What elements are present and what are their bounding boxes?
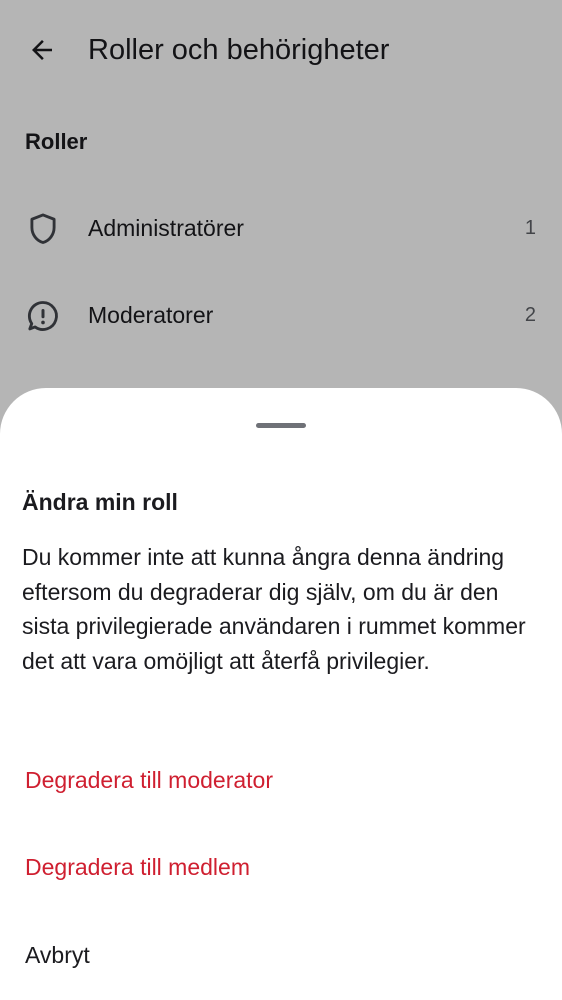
change-role-bottom-sheet: Ändra min roll Du kommer inte att kunna … (0, 388, 562, 1000)
sheet-message: Du kommer inte att kunna ångra denna änd… (22, 544, 526, 674)
demote-to-member-label: Degradera till medlem (25, 854, 250, 880)
demote-to-moderator-label: Degradera till moderator (25, 767, 274, 793)
cancel-button[interactable]: Avbryt (0, 924, 562, 988)
sheet-title: Ändra min roll (22, 489, 178, 515)
drag-handle[interactable] (256, 423, 306, 428)
demote-to-member-button[interactable]: Degradera till medlem (0, 836, 562, 900)
demote-to-moderator-button[interactable]: Degradera till moderator (0, 749, 562, 813)
cancel-label: Avbryt (25, 942, 90, 968)
